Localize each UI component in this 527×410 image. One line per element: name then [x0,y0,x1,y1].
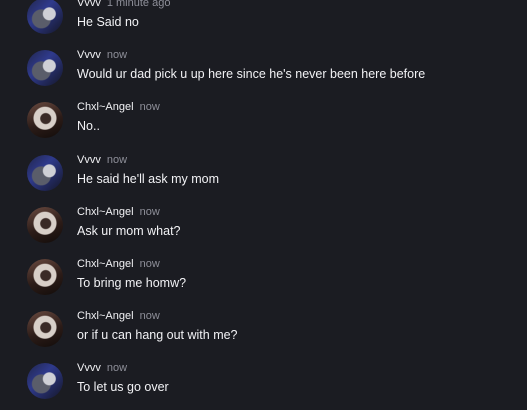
message-item: Chxl~Angel now or if u can hang out with … [0,305,527,357]
timestamp: now [139,257,160,270]
message-text: To bring me homw? [77,275,187,290]
message-text: To let us go over [77,380,169,395]
message-header: Vvvv now [77,359,127,375]
user-avatar[interactable] [27,311,63,348]
author-name[interactable]: Vvvv [77,49,101,61]
author-name[interactable]: Vvvv [77,0,101,9]
user-avatar[interactable] [27,363,63,400]
message-text: or if u can hang out with me? [77,328,238,343]
message-item: Chxl~Angel now No.. [0,96,527,148]
message-text: He said he'll ask my mom [77,171,220,186]
timestamp: now [139,101,160,114]
message-feed: Vvvv 1 minute ago He Said no Vvvv now Woul… [0,0,527,410]
message-header: Vvvv now [77,151,127,167]
message-text: He Said no [77,15,139,29]
message-item: Chxl~Angel now To bring me homw? [0,253,527,305]
message-header: Chxl~Angel now [77,98,160,114]
timestamp: now [106,153,128,166]
user-avatar[interactable] [27,50,63,87]
author-name[interactable]: Chxl~Angel [77,101,134,113]
user-avatar[interactable] [27,102,63,139]
message-item: Vvvv now Would ur dad pick u up here sinc… [0,44,527,96]
message-header: Chxl~Angel now [77,255,160,271]
message-text: Ask ur mom what? [77,223,181,238]
message-header: Vvvv 1 minute ago [77,0,170,10]
user-avatar[interactable] [27,258,63,295]
user-avatar[interactable] [27,154,63,191]
user-avatar[interactable] [27,206,63,243]
author-name[interactable]: Chxl~Angel [77,206,134,218]
message-item: Vvvv now To let us go over [0,357,527,409]
timestamp: now [139,310,160,323]
message-item: Chxl~Angel now Ask ur mom what? [0,201,527,253]
timestamp: now [106,49,128,62]
timestamp: now [106,362,128,375]
message-header: Chxl~Angel now [77,203,160,219]
user-avatar[interactable] [27,0,63,34]
author-name[interactable]: Vvvv [77,362,101,374]
timestamp: now [139,205,160,218]
message-text: No.. [77,119,100,134]
timestamp: 1 minute ago [106,0,171,9]
message-item: Vvvv 1 minute ago He Said no [0,0,527,44]
author-name[interactable]: Chxl~Angel [77,258,134,270]
message-text: Would ur dad pick u up here since he's n… [77,67,426,82]
message-header: Vvvv now [77,46,127,62]
author-name[interactable]: Chxl~Angel [77,310,134,322]
message-header: Chxl~Angel now [77,307,160,323]
author-name[interactable]: Vvvv [77,154,101,166]
message-item: Vvvv now He said he'll ask my mom [0,149,527,201]
